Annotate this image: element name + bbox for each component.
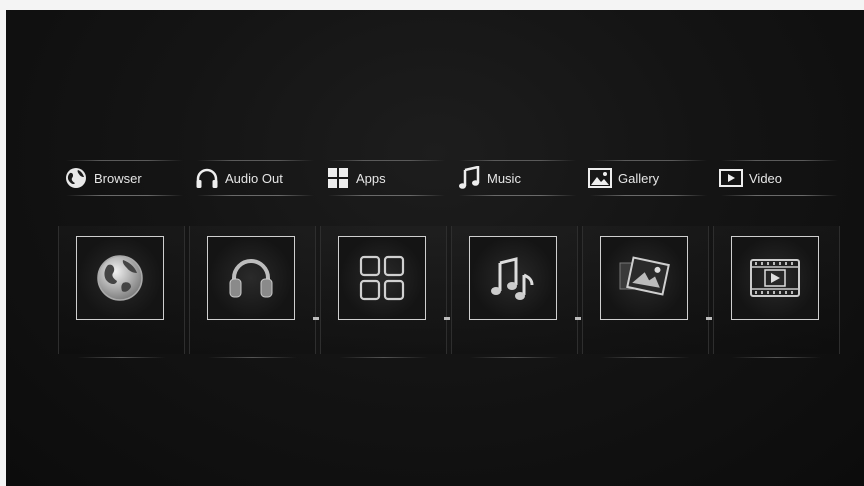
divider-mark	[575, 317, 581, 320]
image-icon	[619, 256, 670, 296]
browser-label: Browser	[94, 170, 142, 186]
divider-mark	[313, 317, 319, 320]
menu-item-music[interactable]: Music	[451, 158, 576, 198]
menu-item-apps[interactable]: Apps	[320, 158, 445, 198]
music-label: Music	[487, 170, 521, 186]
panel-apps	[313, 226, 447, 358]
globe-icon	[97, 255, 143, 301]
video-tile-box[interactable]	[731, 236, 819, 320]
panel-music	[444, 226, 578, 358]
image-icon	[588, 166, 612, 190]
video-icon	[750, 259, 800, 297]
apps-grid-icon	[359, 255, 405, 301]
browser-tile-box[interactable]	[76, 236, 164, 320]
apps-label: Apps	[356, 170, 386, 186]
menu-item-video[interactable]: Video	[713, 158, 838, 198]
media-menu: Browser Audio Out Apps Music Gallery Vid…	[58, 158, 840, 368]
apps-grid-icon	[326, 166, 350, 190]
music-note-icon	[457, 166, 481, 190]
panel-gallery	[575, 226, 709, 358]
panel-audio-out	[189, 226, 316, 358]
panel-video	[706, 226, 840, 358]
tv-screen: Browser Audio Out Apps Music Gallery Vid…	[6, 10, 864, 486]
gallery-tile-box[interactable]	[600, 236, 688, 320]
menu-item-gallery[interactable]: Gallery	[582, 158, 707, 198]
apps-tile-box[interactable]	[338, 236, 426, 320]
video-label: Video	[749, 170, 783, 186]
audio-out-tile-box[interactable]	[207, 236, 295, 320]
globe-icon	[64, 166, 88, 190]
gallery-label: Gallery	[618, 170, 660, 186]
headphones-icon	[195, 166, 219, 190]
video-icon	[719, 166, 743, 190]
music-tile-box[interactable]	[469, 236, 557, 320]
panel-browser	[58, 226, 185, 358]
menu-item-audio-out[interactable]: Audio Out	[189, 158, 314, 198]
tile-gallery[interactable]: Gallery	[575, 158, 709, 358]
tile-audio-out[interactable]: Audio Out	[189, 158, 316, 358]
divider-mark	[706, 317, 712, 320]
headphones-icon	[229, 259, 273, 298]
audio-out-label: Audio Out	[225, 170, 283, 186]
tile-browser[interactable]: Browser	[58, 158, 185, 358]
menu-item-browser[interactable]: Browser	[58, 158, 183, 198]
tile-video[interactable]: Video	[706, 158, 840, 358]
tile-music[interactable]: Music	[444, 158, 578, 358]
divider-mark	[444, 317, 450, 320]
tile-apps[interactable]: Apps	[313, 158, 447, 358]
music-note-icon	[491, 257, 534, 300]
